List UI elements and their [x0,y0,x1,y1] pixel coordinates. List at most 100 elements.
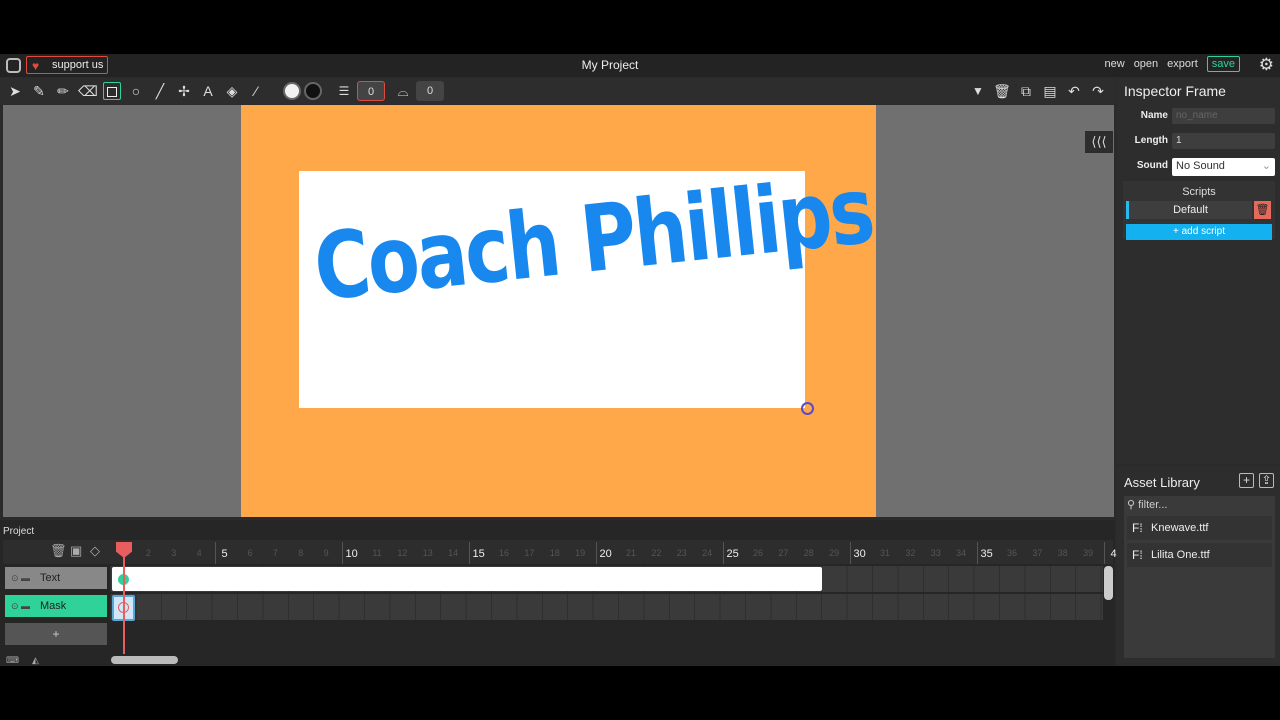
settings-gear-icon[interactable]: ⚙ [1259,55,1274,75]
waveform-icon[interactable]: ◭ [32,655,39,666]
add-asset-icon[interactable]: + [1239,473,1254,488]
layer-label: Text [40,572,61,584]
redo-icon[interactable]: ↷ [1089,82,1107,100]
pencil-icon[interactable]: ✏ [54,82,72,100]
timeline-vertical-scrollbar[interactable] [1104,566,1113,600]
corner-radius-icon: ⌓ [397,83,409,99]
ruler-tick [722,542,724,564]
ruler-frame-number: 12 [397,548,408,558]
stroke-color-swatch[interactable] [304,82,322,100]
scripts-title: Scripts [1182,186,1216,198]
ruler-frame-number: 2 [145,548,151,558]
ruler-tick [849,542,851,564]
delete-icon[interactable]: 🗑 [993,82,1011,100]
project-title: My Project [581,58,639,72]
ruler-frame-number: 32 [905,548,916,558]
fill-color-swatch[interactable] [283,82,301,100]
add-script-button[interactable]: + add script [1126,224,1272,240]
ruler-frame-number: 4 [1110,548,1117,560]
inspector-title: Inspector Frame [1124,83,1226,99]
layer-mask[interactable]: ⊙ ▬ Mask [5,595,107,617]
ruler-frame-number: 14 [448,548,459,558]
asset-item-label: Lilita One.ttf [1151,549,1210,561]
add-layer-button[interactable]: + [5,623,107,645]
path-icon[interactable]: ✢ [175,82,193,100]
ruler-frame-number: 4 [196,548,202,558]
sound-label: Sound [1136,160,1168,171]
export-button[interactable]: export [1167,58,1198,70]
stroke-width-icon: ☰ [338,84,350,98]
ellipse-icon[interactable]: ○ [127,82,145,100]
name-label: Name [1140,110,1168,121]
ruler-frame-number: 9 [323,548,329,558]
asset-filter-input[interactable]: ⚲ filter... [1127,498,1167,511]
timeline-horizontal-scrollbar[interactable] [111,656,178,664]
save-button[interactable]: save [1206,56,1240,72]
text-frame-block[interactable] [112,567,822,591]
ruler-frame-number: 3 [171,548,177,558]
cursor-icon[interactable]: ➤ [6,82,24,100]
ruler-tick [468,542,470,564]
layer-text[interactable]: ⊙ ▬ Text [5,567,107,589]
collapse-panel-icon[interactable]: ⟨⟨⟨ [1085,131,1113,153]
name-field[interactable]: no_name [1172,108,1275,124]
ruler-frame-number: 29 [829,548,840,558]
asset-item-label: Knewave.ttf [1151,522,1209,534]
mask-layer-frames[interactable] [110,594,1103,620]
layer-visibility-icon[interactable]: ⊙ ▬ [11,567,30,589]
asset-item[interactable]: F⁞ Knewave.ttf [1127,516,1272,540]
sound-select[interactable]: No Sound ⌄ [1172,158,1275,176]
timeline-panel: Project 🗑 ▣ ◇ 5 10 15 20 25 30 35 4 2 3 4 6 7 8 9 11 12 1… [0,520,1117,666]
ruler-frame-number: 8 [298,548,304,558]
keyframe-diamond-icon[interactable]: ◇ [90,543,100,559]
ruler-frame-number: 33 [930,548,941,558]
length-label: Length [1134,135,1168,146]
line-icon[interactable]: ╱ [151,82,169,100]
ruler-frame-number: 27 [778,548,789,558]
font-file-icon: F⁞ [1132,548,1143,562]
copy-icon[interactable]: ⧉ [1017,82,1035,100]
ruler-frame-number: 11 [372,548,382,558]
ruler-frame-number: 28 [803,548,814,558]
ruler-frame-number: 22 [651,548,662,558]
ruler-frame-number: 23 [676,548,687,558]
ruler-frame-number: 37 [1032,548,1043,558]
ruler-frame-number: 17 [524,548,535,558]
paste-icon[interactable]: ▤ [1041,82,1059,100]
rectangle-icon[interactable] [103,82,121,100]
length-field[interactable]: 1 [1172,133,1275,149]
script-default[interactable]: Default [1126,201,1252,219]
layer-visibility-icon[interactable]: ⊙ ▬ [11,595,30,617]
delete-layer-icon[interactable]: 🗑 [50,543,67,559]
lock-layer-icon[interactable]: ▣ [70,543,82,559]
project-canvas[interactable]: Coach Phillips [241,105,877,517]
transform-handle[interactable] [801,402,814,415]
upload-asset-icon[interactable]: ⇪ [1259,473,1274,488]
open-button[interactable]: open [1134,58,1158,70]
sound-select-value: No Sound [1176,160,1225,172]
ruler-frame-number: 5 [221,548,228,560]
stroke-width-input[interactable]: 0 [357,81,385,101]
search-icon: ⚲ [1127,499,1136,511]
menu-links: new open export save [1105,56,1240,72]
text-icon[interactable]: A [199,82,217,100]
ruler-frame-number: 6 [247,548,253,558]
undo-icon[interactable]: ↶ [1065,82,1083,100]
new-button[interactable]: new [1105,58,1125,70]
playhead-line[interactable] [123,544,125,654]
filter-placeholder: filter... [1138,499,1168,511]
ruler-tick [1103,542,1105,564]
fill-icon[interactable]: ◈ [223,82,241,100]
frame-ruler[interactable]: 5 10 15 20 25 30 35 4 2 3 4 6 7 8 9 11 12 13 14 16 17 18 19 21 2… [110,542,1117,564]
stage-area[interactable]: Coach Phillips [3,105,1114,517]
corner-radius-input[interactable]: 0 [416,81,444,101]
dropdown-arrow-icon[interactable]: ▼ [969,82,987,100]
delete-script-icon[interactable]: 🗑 [1254,201,1271,219]
eraser-icon[interactable]: ⌫ [78,82,98,100]
keyboard-icon[interactable]: ⌨ [6,655,19,666]
ruler-frame-number: 13 [422,548,433,558]
eyedropper-icon[interactable]: ⁄ [247,82,265,100]
asset-item[interactable]: F⁞ Lilita One.ttf [1127,543,1272,567]
project-tab[interactable]: Project [3,526,34,537]
brush-icon[interactable]: ✎ [30,82,48,100]
